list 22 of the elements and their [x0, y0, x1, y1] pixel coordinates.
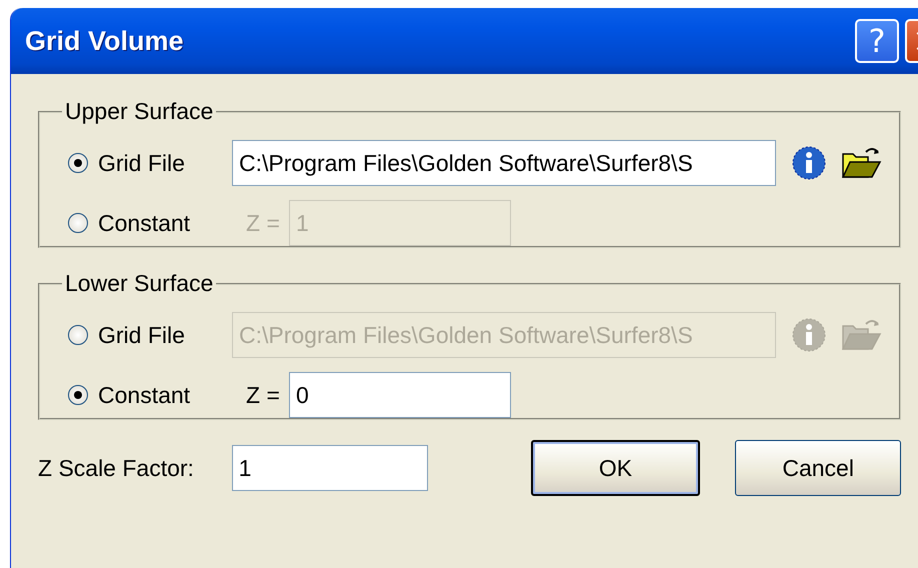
file-path-field[interactable]: C:\Program Files\Golden Software\Surfer8\S	[232, 140, 776, 186]
z-value-field[interactable]: 0	[289, 372, 511, 418]
radio-button[interactable]	[68, 385, 88, 405]
cancel-button[interactable]: Cancel	[735, 440, 901, 496]
group-title: Upper Surface	[64, 98, 214, 125]
radio-label[interactable]: Constant	[98, 210, 232, 236]
scale-field[interactable]: 1	[232, 445, 428, 491]
folder-icon[interactable]	[842, 146, 882, 180]
radio-button[interactable]	[68, 153, 88, 173]
radio-button[interactable]	[68, 213, 88, 233]
scale-label: Z Scale Factor:	[38, 454, 195, 482]
radio-label[interactable]: Grid File	[98, 322, 232, 348]
ok-button[interactable]: OK	[530, 440, 700, 496]
info-icon[interactable]	[792, 146, 826, 180]
radio-label[interactable]: Grid File	[98, 150, 232, 176]
window-title: Grid Volume	[25, 26, 185, 56]
z-label: Z =	[246, 382, 281, 408]
radio-label[interactable]: Constant	[98, 382, 232, 408]
help-button[interactable]: ?	[855, 19, 899, 63]
group-title: Lower Surface	[64, 270, 214, 297]
radio-button[interactable]	[68, 325, 88, 345]
z-label: Z =	[246, 210, 281, 236]
